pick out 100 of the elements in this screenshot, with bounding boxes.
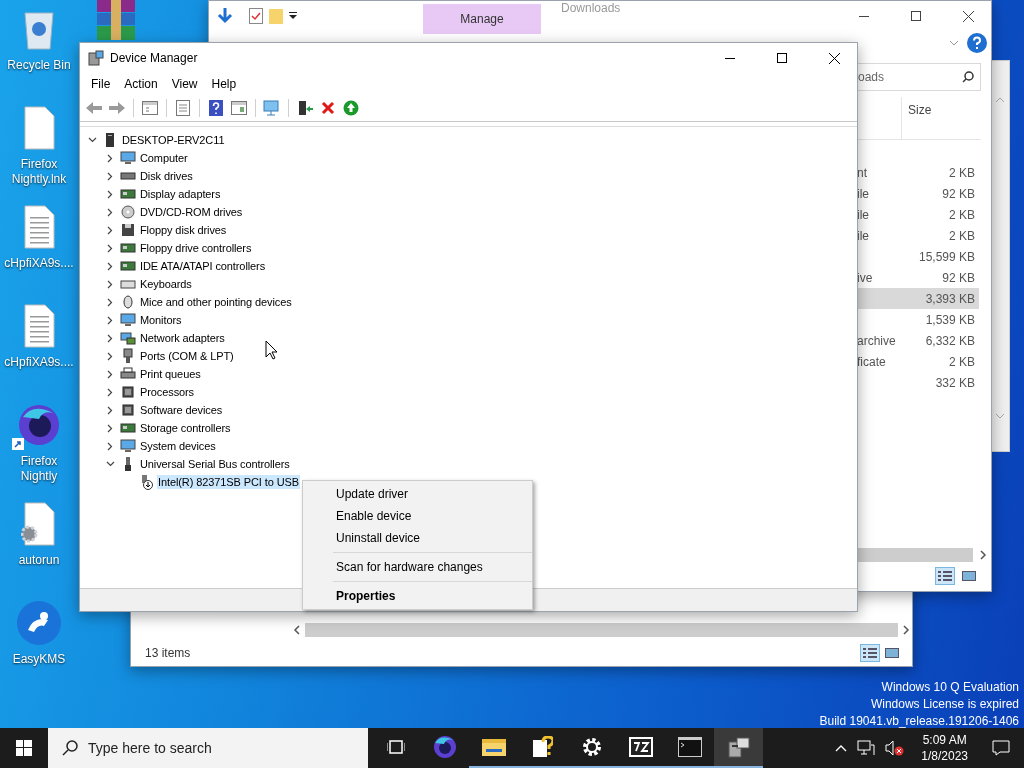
- menu-item[interactable]: Help: [204, 75, 244, 93]
- image-icon: [962, 570, 976, 582]
- volume-muted-icon: [885, 740, 906, 756]
- file-row[interactable]: nt 2 KB: [857, 162, 979, 183]
- device-category[interactable]: Computer: [139, 151, 189, 165]
- scroll-right-icon: [979, 550, 987, 560]
- windows-logo-icon: [16, 740, 32, 756]
- device-category[interactable]: Software devices: [139, 403, 224, 417]
- file-row[interactable]: 1,539 KB: [857, 309, 979, 330]
- file-size: 1,539 KB: [925, 312, 975, 327]
- dropdown-icon: [289, 12, 297, 20]
- file-row[interactable]: ive 92 KB: [857, 267, 979, 288]
- clock[interactable]: 5:09 AM 1/8/2023: [913, 732, 976, 764]
- details-view-button[interactable]: [860, 644, 880, 662]
- menu-item[interactable]: Action: [117, 75, 165, 93]
- close-icon: [828, 52, 840, 64]
- file-size: 92 KB: [942, 186, 975, 201]
- maximize-icon: [777, 53, 787, 63]
- manage-tab[interactable]: Manage: [423, 4, 541, 34]
- device-category[interactable]: System devices: [139, 439, 217, 453]
- item-count: 13 items: [145, 646, 191, 660]
- file-size: 2 KB: [949, 207, 975, 222]
- file-type: ile: [857, 186, 869, 201]
- search-icon: [62, 740, 78, 756]
- console-tree-button[interactable]: [140, 98, 160, 118]
- document-icon: [176, 100, 190, 116]
- enable-button[interactable]: [341, 98, 361, 118]
- device-category[interactable]: Mice and other pointing devices: [139, 295, 293, 309]
- scan-hardware-button[interactable]: [262, 98, 282, 118]
- device-category[interactable]: Display adapters: [139, 187, 222, 201]
- settings-file-icon: [21, 502, 57, 546]
- driver-arrow-icon: [297, 100, 313, 116]
- search-field[interactable]: Type here to search: [48, 728, 368, 768]
- device-category[interactable]: DVD/CD-ROM drives: [139, 205, 244, 219]
- menu-item[interactable]: Enable device: [303, 505, 532, 527]
- scroll-up-icon: [995, 97, 1005, 103]
- window-title: Downloads: [561, 1, 621, 15]
- task-view-icon: [386, 739, 405, 755]
- archiver-icon: [628, 737, 653, 757]
- device-category[interactable]: IDE ATA/ATAPI controllers: [139, 259, 267, 273]
- menu-item[interactable]: Properties: [303, 585, 532, 607]
- computer-name[interactable]: DESKTOP-ERV2C11: [121, 133, 226, 147]
- firefox-nightly-icon: [17, 403, 61, 447]
- terminal-icon: [677, 737, 702, 757]
- minimize-icon: [859, 15, 869, 17]
- help-icon: [967, 33, 987, 53]
- file-row[interactable]: ile 92 KB: [857, 183, 979, 204]
- device-category[interactable]: Floppy disk drives: [139, 223, 228, 237]
- device-category[interactable]: Floppy drive controllers: [139, 241, 253, 255]
- mouse-icon: [120, 294, 136, 310]
- speech-bubble-icon: [992, 740, 1010, 756]
- menu-item[interactable]: Scan for hardware changes: [303, 556, 532, 578]
- column-header[interactable]: Size: [901, 97, 981, 139]
- monitor-icon: [120, 438, 136, 454]
- device-category[interactable]: Processors: [139, 385, 196, 399]
- file-row[interactable]: ile 2 KB: [857, 204, 979, 225]
- file-size: 6,332 KB: [925, 333, 975, 348]
- device-manager-button[interactable]: [714, 728, 763, 768]
- device-category[interactable]: Storage controllers: [139, 421, 232, 435]
- file-row[interactable]: 3,393 KB: [857, 288, 979, 309]
- adapter-card-icon: [120, 240, 136, 256]
- file-row[interactable]: ile 2 KB: [857, 225, 979, 246]
- device-category[interactable]: Network adapters: [139, 331, 226, 345]
- adapter-card-icon: [120, 420, 136, 436]
- help-button[interactable]: [206, 98, 226, 118]
- details-list-icon: [938, 570, 952, 582]
- document-icon: [21, 304, 57, 348]
- details-view-button[interactable]: [935, 567, 955, 585]
- floppy-icon: [120, 222, 136, 238]
- properties-button[interactable]: [173, 98, 193, 118]
- device-category[interactable]: Keyboards: [139, 277, 193, 291]
- device-category[interactable]: Universal Serial Bus controllers: [139, 457, 291, 471]
- menu-item[interactable]: View: [164, 75, 205, 93]
- search-icon: [962, 71, 974, 83]
- scrollbar-thumb[interactable]: [305, 623, 898, 637]
- folder-icon: [269, 8, 283, 24]
- easykms-icon: [16, 600, 62, 646]
- device-category[interactable]: Ports (COM & LPT): [139, 349, 235, 363]
- menu-item[interactable]: File: [84, 75, 118, 93]
- printer-icon: [120, 366, 136, 382]
- device-category[interactable]: Print queues: [139, 367, 202, 381]
- menu-item[interactable]: Uninstall device: [303, 527, 532, 549]
- file-size: 2 KB: [949, 354, 975, 369]
- file-row[interactable]: 15,599 KB: [857, 246, 979, 267]
- menu-item[interactable]: Update driver: [303, 483, 532, 505]
- file-row[interactable]: ficate 2 KB: [857, 351, 979, 372]
- device-manager-icon: [726, 736, 751, 758]
- file-row[interactable]: archive 6,332 KB: [857, 330, 979, 351]
- scrollbar-thumb[interactable]: [857, 548, 973, 562]
- file-type: archive: [857, 333, 896, 348]
- adapter-card-icon: [120, 186, 136, 202]
- device-category[interactable]: Disk drives: [139, 169, 194, 183]
- chip-icon: [120, 402, 136, 418]
- image-icon: [885, 647, 899, 659]
- search-field[interactable]: oads: [857, 63, 981, 91]
- forward-arrow-icon: [108, 101, 126, 115]
- device-category[interactable]: Monitors: [139, 313, 183, 327]
- window-title: Device Manager: [110, 51, 198, 65]
- file-row[interactable]: 332 KB: [857, 372, 979, 393]
- action-pane-button[interactable]: [229, 98, 249, 118]
